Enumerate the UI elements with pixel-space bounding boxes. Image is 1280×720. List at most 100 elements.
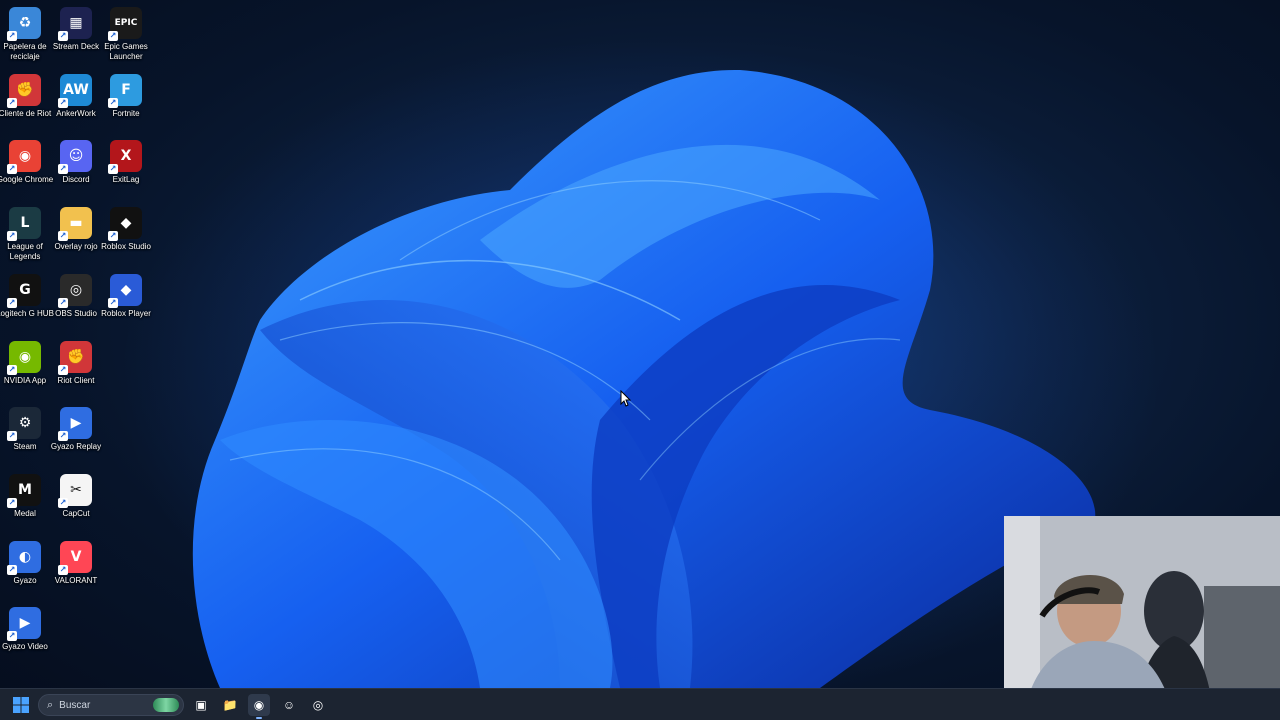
taskbar-search-box[interactable]: ⌕ Buscar	[38, 694, 184, 716]
shortcut-arrow-icon: ↗	[58, 297, 68, 308]
shortcut-arrow-icon: ↗	[108, 31, 118, 41]
desktop-icon-papelera-de-reciclaje[interactable]: ♻ ↗ Papelera de reciclaje	[0, 7, 50, 62]
desktop-icon-cliente-de-riot[interactable]: ✊ ↗ Cliente de Riot	[0, 73, 51, 119]
desktop-icon-riot-client[interactable]: ✊ ↗ Riot Client	[51, 340, 101, 386]
obs-icon: ◎	[312, 698, 324, 712]
search-placeholder: Buscar	[59, 699, 91, 711]
desktop-icon-label: Gyazo Replay	[50, 442, 102, 452]
desktop-icon-gyazo[interactable]: ◐ ↗ Gyazo	[0, 540, 50, 586]
search-highlight-icon	[153, 698, 179, 712]
shortcut-arrow-icon: ↗	[58, 364, 68, 375]
desktop-icon-gyazo-replay[interactable]: ▶ ↗ Gyazo Replay	[51, 407, 101, 452]
desktop-icon-label: VALORANT	[54, 575, 98, 585]
taskbar-task-view-button[interactable]: ▣	[190, 694, 212, 716]
shortcut-arrow-icon: ↗	[7, 497, 17, 508]
desktop-icon-label: CapCut	[62, 508, 90, 518]
desktop-icon-discord[interactable]: ☺ ↗ Discord	[51, 140, 101, 185]
taskbar-obs-button[interactable]: ◎	[307, 694, 329, 716]
desktop-icon-overlay-rojo[interactable]: ▬ ↗ Overlay rojo	[51, 207, 101, 252]
shortcut-arrow-icon: ↗	[7, 431, 17, 442]
desktop-icon-label: Epic Games Launcher	[104, 42, 148, 61]
gyazo-replay-icon: ▶ ↗	[58, 407, 92, 442]
desktop-icon-epic-games-launcher[interactable]: EPIC ↗ Epic Games Launcher	[101, 7, 151, 62]
desktop-icon-label: Papelera de reciclaje	[3, 42, 47, 61]
desktop-icon-fortnite[interactable]: F ↗ Fortnite	[101, 73, 151, 119]
shortcut-arrow-icon: ↗	[58, 431, 68, 442]
shortcut-arrow-icon: ↗	[58, 231, 68, 242]
ankerwork-icon: AW ↗	[58, 73, 92, 108]
roblox-studio-icon: ◆ ↗	[108, 207, 142, 242]
desktop-icon-label: Gyazo	[13, 575, 37, 585]
desktop-icon-label: Fortnite	[112, 108, 140, 118]
taskbar-discord-button[interactable]: ☺	[278, 694, 300, 716]
exitlag-icon: X ↗	[108, 140, 142, 175]
gyazo-icon: ◐ ↗	[7, 540, 41, 575]
desktop-icon-label: Cliente de Riot	[0, 108, 52, 118]
active-indicator	[256, 717, 262, 719]
shortcut-arrow-icon: ↗	[7, 31, 17, 41]
file-explorer-icon: 📁	[222, 698, 238, 712]
start-button[interactable]	[10, 694, 32, 716]
taskbar: ⌕ Buscar ▣ 📁 ◉ ☺ ◎	[0, 688, 1280, 720]
shortcut-arrow-icon: ↗	[58, 31, 68, 41]
desktop-icon-label: Roblox Player	[101, 308, 151, 318]
search-icon: ⌕	[47, 698, 54, 711]
discord-icon: ☺ ↗	[58, 140, 92, 175]
valorant-icon: V ↗	[58, 540, 92, 575]
desktop-icon-label: League of Legends	[7, 242, 43, 262]
capcut-icon: ✂ ↗	[58, 473, 92, 508]
desktop-icon-google-chrome[interactable]: ◉ ↗ Google Chrome	[0, 140, 53, 185]
logitech-icon: G ↗	[7, 273, 41, 308]
mouse-cursor-icon	[620, 390, 632, 407]
medal-icon: M ↗	[7, 473, 41, 508]
league-of-legends-icon: L ↗	[7, 207, 41, 242]
desktop-icon-stream-deck[interactable]: ▦ ↗ Stream Deck	[51, 7, 101, 52]
chrome-icon: ◉ ↗	[7, 140, 41, 175]
desktop-icon-steam[interactable]: ⚙ ↗ Steam	[0, 407, 50, 452]
desktop-icon-label: ExitLag	[112, 175, 140, 185]
windows-logo-icon	[13, 697, 29, 713]
steam-icon: ⚙ ↗	[7, 407, 41, 442]
desktop-icon-nvidia-app[interactable]: ◉ ↗ NVIDIA App	[0, 340, 50, 386]
shortcut-arrow-icon: ↗	[58, 164, 68, 175]
shortcut-arrow-icon: ↗	[58, 564, 68, 575]
taskbar-file-explorer-button[interactable]: 📁	[219, 694, 241, 716]
desktop-icon-league-of-legends[interactable]: L ↗ League of Legends	[0, 207, 50, 262]
discord-icon: ☺	[282, 698, 296, 712]
shortcut-arrow-icon: ↗	[108, 231, 118, 242]
desktop-icon-obs-studio[interactable]: ◎ ↗ OBS Studio	[51, 273, 101, 319]
desktop-icon-valorant[interactable]: V ↗ VALORANT	[51, 540, 101, 586]
gyazo-video-icon: ▶ ↗	[7, 607, 41, 642]
riot-client-icon: ✊ ↗	[58, 340, 92, 375]
shortcut-arrow-icon: ↗	[7, 164, 17, 175]
desktop-icon-exitlag[interactable]: X ↗ ExitLag	[101, 140, 151, 185]
obs-icon: ◎ ↗	[58, 273, 92, 308]
recycle-bin-icon: ♻ ↗	[7, 7, 41, 41]
shortcut-arrow-icon: ↗	[7, 231, 17, 242]
desktop-icon-ankerwork[interactable]: AW ↗ AnkerWork	[51, 73, 101, 119]
shortcut-arrow-icon: ↗	[58, 497, 68, 508]
desktop-icon-medal[interactable]: M ↗ Medal	[0, 473, 50, 519]
shortcut-arrow-icon: ↗	[7, 564, 17, 575]
shortcut-arrow-icon: ↗	[7, 297, 17, 308]
fortnite-icon: F ↗	[108, 73, 142, 108]
desktop-icon-gyazo-video[interactable]: ▶ ↗ Gyazo Video	[0, 607, 50, 652]
shortcut-arrow-icon: ↗	[7, 631, 17, 642]
desktop-icon-label: Gyazo Video	[2, 642, 48, 652]
shortcut-arrow-icon: ↗	[108, 297, 118, 308]
roblox-player-icon: ◆ ↗	[108, 273, 142, 308]
taskbar-chrome-button[interactable]: ◉	[248, 694, 270, 719]
desktop-icon-roblox-player[interactable]: ◆ ↗ Roblox Player	[101, 273, 151, 319]
shortcut-arrow-icon: ↗	[108, 164, 118, 175]
folder-icon: ▬ ↗	[58, 207, 92, 242]
desktop-icon-logitech-g-hub[interactable]: G ↗ Logitech G HUB	[0, 273, 54, 319]
desktop-icon-label: Medal	[14, 508, 36, 518]
desktop-icon-label: Steam	[13, 442, 37, 452]
task-view-icon: ▣	[195, 698, 207, 712]
shortcut-arrow-icon: ↗	[7, 364, 17, 375]
desktop-icon-capcut[interactable]: ✂ ↗ CapCut	[51, 473, 101, 519]
shortcut-arrow-icon: ↗	[108, 97, 118, 108]
desktop-icon-roblox-studio[interactable]: ◆ ↗ Roblox Studio	[101, 207, 151, 252]
stream-deck-icon: ▦ ↗	[58, 7, 92, 41]
desktop-icon-label: Riot Client	[57, 375, 95, 385]
